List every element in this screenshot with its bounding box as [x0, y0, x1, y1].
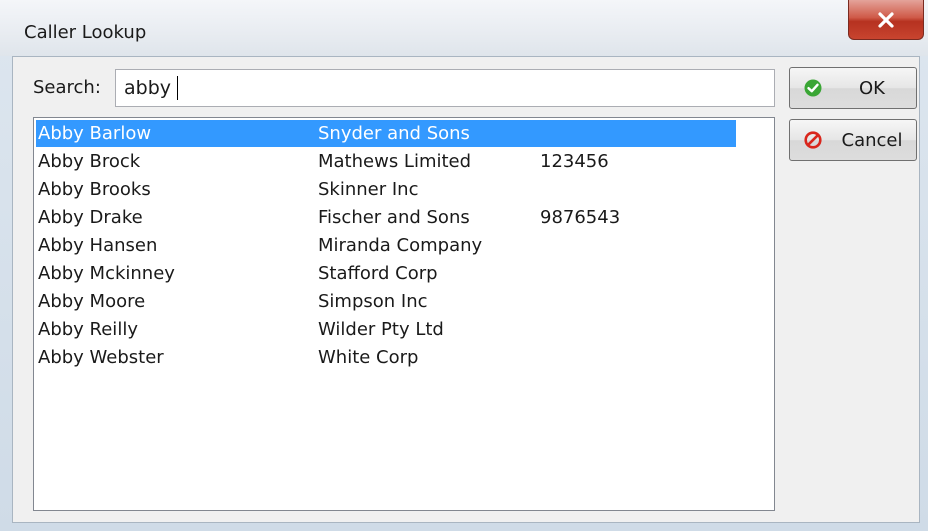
close-button[interactable]: [848, 0, 924, 40]
result-company: Simpson Inc: [318, 291, 428, 312]
check-circle-icon: [804, 79, 822, 97]
result-company: Fischer and Sons: [318, 207, 470, 228]
result-phone: 123456: [540, 151, 609, 172]
title-bar[interactable]: Caller Lookup: [0, 0, 928, 56]
result-name: Abby Brooks: [38, 179, 151, 200]
result-name: Abby Reilly: [38, 319, 138, 340]
result-row[interactable]: Abby Hansen Miranda Company: [36, 232, 736, 259]
text-caret: [177, 76, 178, 100]
result-name: Abby Hansen: [38, 235, 158, 256]
result-company: Skinner Inc: [318, 179, 419, 200]
result-company: White Corp: [318, 347, 419, 368]
dialog-body: Search: Abby BarlowSnyder and SonsAbby B…: [12, 56, 920, 523]
result-row[interactable]: Abby Moore Simpson Inc: [36, 288, 736, 315]
window-title: Caller Lookup: [24, 22, 147, 43]
result-row[interactable]: Abby Brock Mathews Limited 123456: [36, 148, 736, 175]
search-input[interactable]: [115, 69, 775, 107]
result-company: Stafford Corp: [318, 263, 438, 284]
result-name: Abby Webster: [38, 347, 164, 368]
result-row[interactable]: Abby Barlow Snyder and Sons: [36, 120, 736, 147]
no-entry-icon: [804, 131, 822, 149]
result-phone: 9876543: [540, 207, 621, 228]
close-icon: [878, 11, 894, 28]
result-company: Miranda Company: [318, 235, 483, 256]
caller-lookup-window: Caller Lookup Search: Abby Barlow Snyder …: [0, 0, 928, 531]
result-name: Abby Moore: [38, 291, 146, 312]
result-company: Wilder Pty Ltd: [318, 319, 444, 340]
ok-label: OK: [859, 78, 885, 99]
result-row[interactable]: Abby Reilly Wilder Pty Ltd: [36, 316, 736, 343]
search-label: Search:: [33, 77, 101, 98]
result-row[interactable]: Abby Mckinney Stafford Corp: [36, 260, 736, 287]
result-company: Snyder and Sons: [318, 123, 470, 144]
result-company: Mathews Limited: [318, 151, 472, 172]
cancel-button[interactable]: Cancel: [789, 119, 917, 161]
result-name: Abby Drake: [38, 207, 143, 228]
result-name: Abby Mckinney: [38, 263, 175, 284]
results-list[interactable]: Abby Barlow Snyder and Sons Abby Brock Math…: [33, 117, 775, 511]
result-row[interactable]: Abby Webster White Corp: [36, 344, 736, 371]
result-name: Abby Barlow: [38, 123, 152, 144]
ok-button[interactable]: OK: [789, 67, 917, 109]
result-row[interactable]: Abby Brooks Skinner Inc: [36, 176, 736, 203]
cancel-label: Cancel: [841, 130, 903, 151]
result-row[interactable]: Abby Drake Fischer and Sons 9876543: [36, 204, 736, 231]
result-name: Abby Brock: [38, 151, 141, 172]
